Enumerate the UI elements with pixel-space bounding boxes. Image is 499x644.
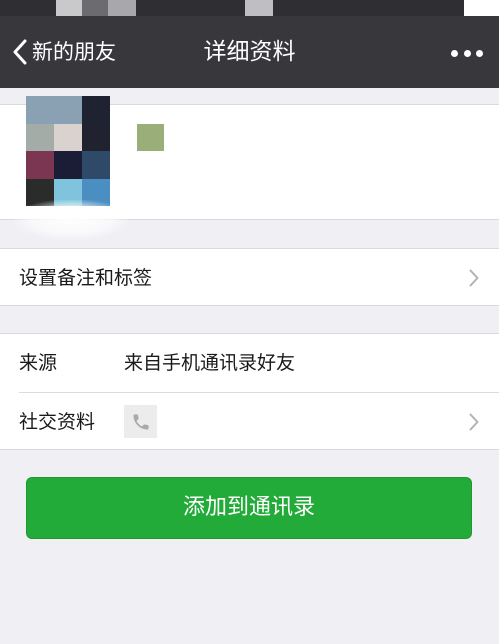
status-block [245, 0, 273, 16]
nickname-redacted [137, 124, 164, 151]
avatar-blur [14, 200, 129, 240]
avatar-pixel [54, 151, 82, 179]
more-dots-icon [463, 49, 471, 57]
chevron-right-icon [469, 413, 479, 431]
avatar-pixel [26, 96, 54, 124]
remark-card: 设置备注和标签 [0, 248, 499, 306]
more-dots-icon [476, 49, 483, 57]
status-block [464, 0, 499, 16]
more-button[interactable] [451, 46, 483, 60]
navigation-bar: 新的朋友 详细资料 [0, 16, 499, 88]
social-icon-tile [124, 405, 157, 438]
social-profile-label: 社交资料 [19, 411, 96, 433]
source-label: 来源 [19, 352, 58, 374]
social-profile-row[interactable]: 社交资料 [0, 393, 499, 451]
remark-and-tags-label: 设置备注和标签 [19, 267, 153, 289]
source-value: 来自手机通讯录好友 [124, 352, 296, 374]
chevron-left-icon [13, 39, 27, 65]
status-block [82, 0, 108, 16]
avatar-pixel [54, 123, 82, 151]
remark-and-tags-row[interactable]: 设置备注和标签 [0, 249, 499, 307]
source-row: 来源 来自手机通讯录好友 [0, 334, 499, 392]
avatar-pixel [82, 96, 110, 124]
back-button-label: 新的朋友 [32, 40, 116, 64]
avatar-pixel [26, 151, 54, 179]
info-card: 来源 来自手机通讯录好友 社交资料 [0, 333, 499, 450]
avatar-pixel [26, 123, 54, 151]
phone-icon [133, 414, 148, 429]
add-to-contacts-button[interactable]: 添加到通讯录 [26, 477, 472, 539]
more-dots-icon [451, 49, 458, 57]
status-bar [0, 0, 499, 16]
back-button[interactable]: 新的朋友 [12, 38, 116, 66]
chevron-right-icon [469, 269, 479, 287]
status-block [108, 0, 136, 16]
avatar-pixel [82, 151, 110, 179]
avatar[interactable] [26, 96, 110, 206]
avatar-pixel [54, 96, 82, 124]
status-block [56, 0, 82, 16]
avatar-pixel [82, 123, 110, 151]
